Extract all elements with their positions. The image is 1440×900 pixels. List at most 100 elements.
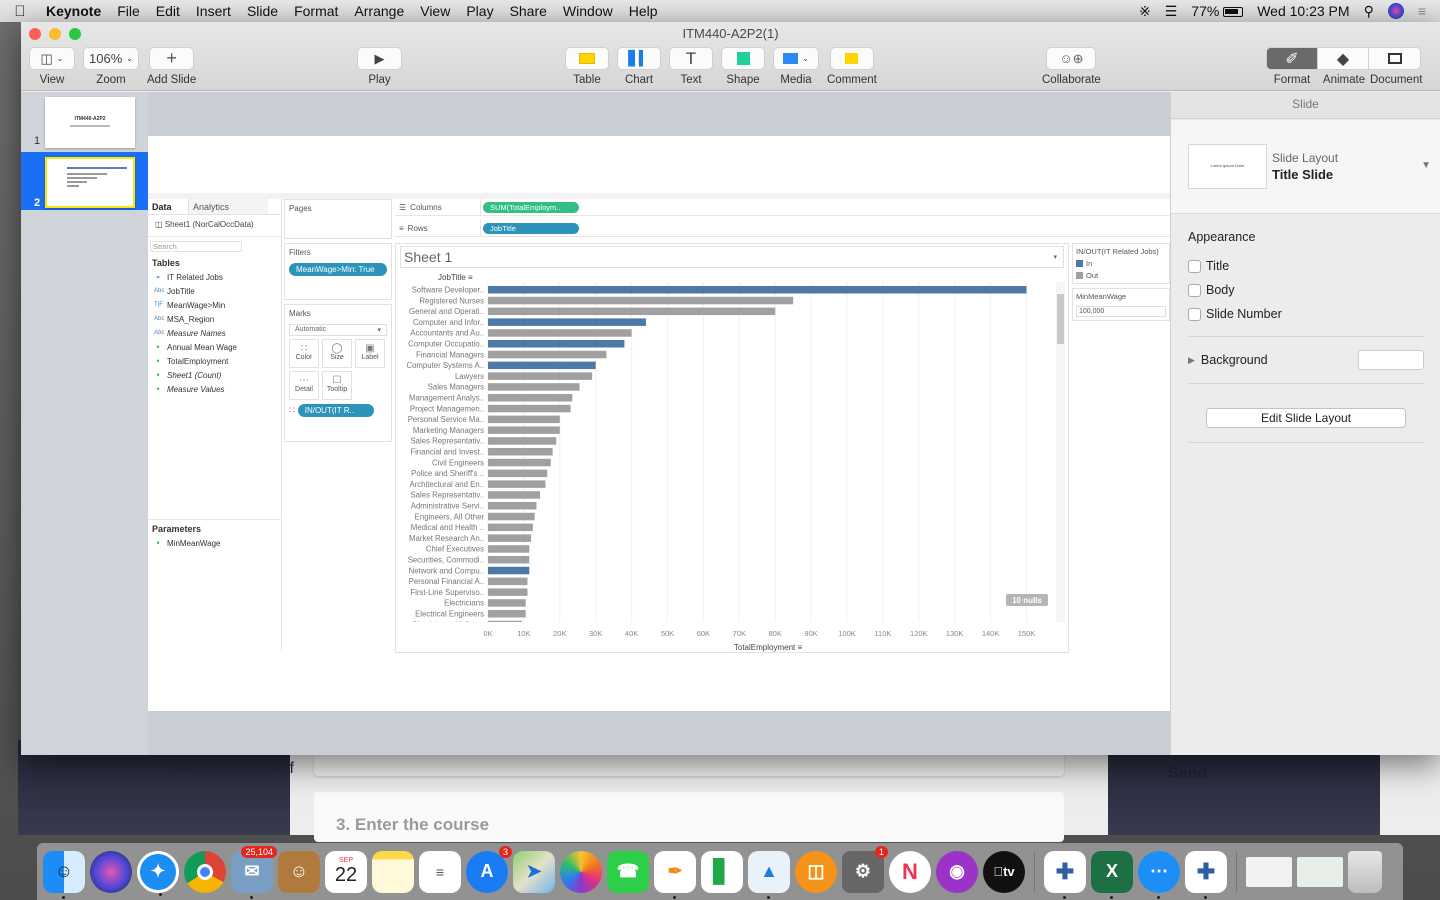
- bar[interactable]: [488, 588, 528, 596]
- dock-calendar[interactable]: SEP 22: [325, 850, 367, 893]
- bar[interactable]: [488, 556, 530, 564]
- chart-control[interactable]: ▋▍ Chart: [617, 47, 661, 86]
- columns-shelf[interactable]: ☰ Columns SUM(TotalEmploym..: [395, 199, 1170, 216]
- field-item[interactable]: T|F MeanWage>Min: [148, 298, 281, 312]
- bar[interactable]: [488, 361, 596, 370]
- dock-facetime[interactable]: ☎: [607, 850, 649, 893]
- marks-color-button[interactable]: ∷ Color: [289, 339, 319, 368]
- legend-item[interactable]: In: [1076, 259, 1166, 268]
- collaborate-control[interactable]: ☺⊕ Collaborate: [1042, 47, 1101, 86]
- bar[interactable]: [488, 448, 553, 456]
- bar[interactable]: [488, 545, 530, 553]
- data-source[interactable]: ◫ Sheet1 (NorCalOccData): [148, 215, 281, 237]
- zoom-control[interactable]: 106% ⌄ Zoom: [83, 47, 139, 86]
- wifi-icon[interactable]: ☰: [1165, 3, 1178, 20]
- marks-detail-button[interactable]: ⋯ Detail: [289, 371, 319, 400]
- slide[interactable]: Data Analytics ◫ Sheet1 (NorCalOccData) …: [148, 136, 1170, 711]
- dock-keynote[interactable]: ▲: [748, 850, 790, 899]
- dock-notes[interactable]: [372, 850, 414, 893]
- menu-view[interactable]: View: [412, 3, 458, 19]
- bar[interactable]: [488, 286, 1027, 294]
- bar[interactable]: [488, 437, 557, 445]
- dock-pages[interactable]: ✒: [654, 850, 696, 899]
- scrollbar-thumb[interactable]: [1057, 294, 1064, 344]
- comment-control[interactable]: Comment: [827, 47, 877, 86]
- text-control[interactable]: T Text: [669, 47, 713, 86]
- bar[interactable]: [488, 620, 523, 629]
- dock-safari[interactable]: ✦: [137, 850, 179, 896]
- inspector-tabs[interactable]: ✐ ◆ Format Animate Document: [1266, 47, 1422, 86]
- data-search-input[interactable]: Search: [150, 241, 242, 252]
- view-button[interactable]: ◫ ⌄: [29, 47, 75, 70]
- bar[interactable]: [488, 610, 526, 618]
- bar[interactable]: [488, 426, 560, 434]
- bar[interactable]: [488, 318, 646, 326]
- body-checkbox[interactable]: Body: [1188, 278, 1424, 302]
- menu-app-name[interactable]: Keynote: [40, 3, 109, 19]
- dock-numbers[interactable]: ▋: [701, 850, 743, 893]
- slide-thumbnail-2[interactable]: [45, 157, 135, 208]
- format-tab[interactable]: ✐: [1267, 48, 1318, 69]
- animate-tab[interactable]: ◆: [1318, 48, 1369, 69]
- spotlight-search-icon[interactable]: ⚲: [1364, 3, 1374, 20]
- bar[interactable]: [488, 566, 530, 575]
- bar[interactable]: [488, 502, 537, 510]
- apple-menu-icon[interactable]: : [0, 3, 40, 20]
- collaborate-button[interactable]: ☺⊕: [1046, 47, 1097, 70]
- send-button[interactable]: Send: [1168, 765, 1207, 783]
- slide-number-checkbox[interactable]: Slide Number: [1188, 302, 1424, 326]
- dock-siri[interactable]: [90, 850, 132, 893]
- field-item[interactable]: • Sheet1 (Count): [148, 368, 281, 382]
- field-item[interactable]: Abc JobTitle: [148, 284, 281, 298]
- dock-keynote-document[interactable]: [1246, 856, 1292, 887]
- bar[interactable]: [488, 415, 560, 424]
- menu-edit[interactable]: Edit: [148, 3, 188, 19]
- bar[interactable]: [488, 394, 573, 402]
- bar[interactable]: [488, 404, 571, 413]
- slide-thumbnail-1[interactable]: ITM440-A2P2: [45, 97, 135, 148]
- bar[interactable]: [488, 350, 607, 359]
- pages-card[interactable]: Pages: [284, 199, 392, 239]
- media-button[interactable]: ⌄: [773, 47, 819, 70]
- play-control[interactable]: ▶ Play: [357, 47, 402, 86]
- columns-pill[interactable]: SUM(TotalEmploym..: [483, 201, 579, 213]
- view-control[interactable]: ◫ ⌄ View: [29, 47, 75, 86]
- bar[interactable]: [488, 534, 532, 542]
- menu-arrange[interactable]: Arrange: [346, 3, 412, 19]
- menu-format[interactable]: Format: [286, 3, 346, 19]
- chart-button[interactable]: ▋▍: [617, 47, 661, 70]
- field-item[interactable]: Abc Measure Names: [148, 326, 281, 340]
- menu-slide[interactable]: Slide: [239, 3, 286, 19]
- add-slide-button[interactable]: +: [149, 47, 195, 70]
- background-color-well[interactable]: [1358, 350, 1424, 370]
- dock-podcasts[interactable]: ◉: [936, 850, 978, 893]
- background-row[interactable]: ▶ Background: [1188, 337, 1424, 383]
- bar[interactable]: [488, 512, 535, 521]
- battery-status[interactable]: 77%: [1191, 3, 1244, 19]
- dock-tableau[interactable]: ✚: [1044, 850, 1086, 899]
- dock-maps[interactable]: ➤: [513, 850, 555, 893]
- bar[interactable]: [488, 296, 794, 305]
- comment-button[interactable]: [829, 47, 874, 70]
- legend-item[interactable]: Out: [1076, 271, 1166, 280]
- text-button[interactable]: T: [669, 47, 713, 70]
- dock-app-store[interactable]: A3: [466, 845, 512, 893]
- field-item[interactable]: Abc MSA_Region: [148, 312, 281, 326]
- bar[interactable]: [488, 599, 526, 607]
- mark-type-dropdown[interactable]: Automatic ▾: [289, 324, 387, 336]
- checkbox-box[interactable]: [1188, 307, 1201, 321]
- shape-button[interactable]: [721, 47, 765, 70]
- dock-tableau-public[interactable]: ✚: [1185, 850, 1227, 899]
- dock-messenger[interactable]: ⋯: [1138, 850, 1180, 899]
- comment-placeholder[interactable]: Add a comment f: [173, 760, 294, 778]
- menu-play[interactable]: Play: [458, 3, 501, 19]
- parameter-value-input[interactable]: 100,000: [1076, 306, 1166, 317]
- bar[interactable]: [488, 372, 593, 380]
- bar[interactable]: [488, 469, 548, 478]
- play-button[interactable]: ▶: [357, 47, 402, 70]
- dock-chrome[interactable]: [184, 850, 226, 893]
- marks-tooltip-button[interactable]: ☐ Tooltip: [322, 371, 352, 400]
- field-item[interactable]: • TotalEmployment: [148, 354, 281, 368]
- dock-trash[interactable]: [1348, 850, 1382, 893]
- add-slide-control[interactable]: + Add Slide: [147, 47, 196, 86]
